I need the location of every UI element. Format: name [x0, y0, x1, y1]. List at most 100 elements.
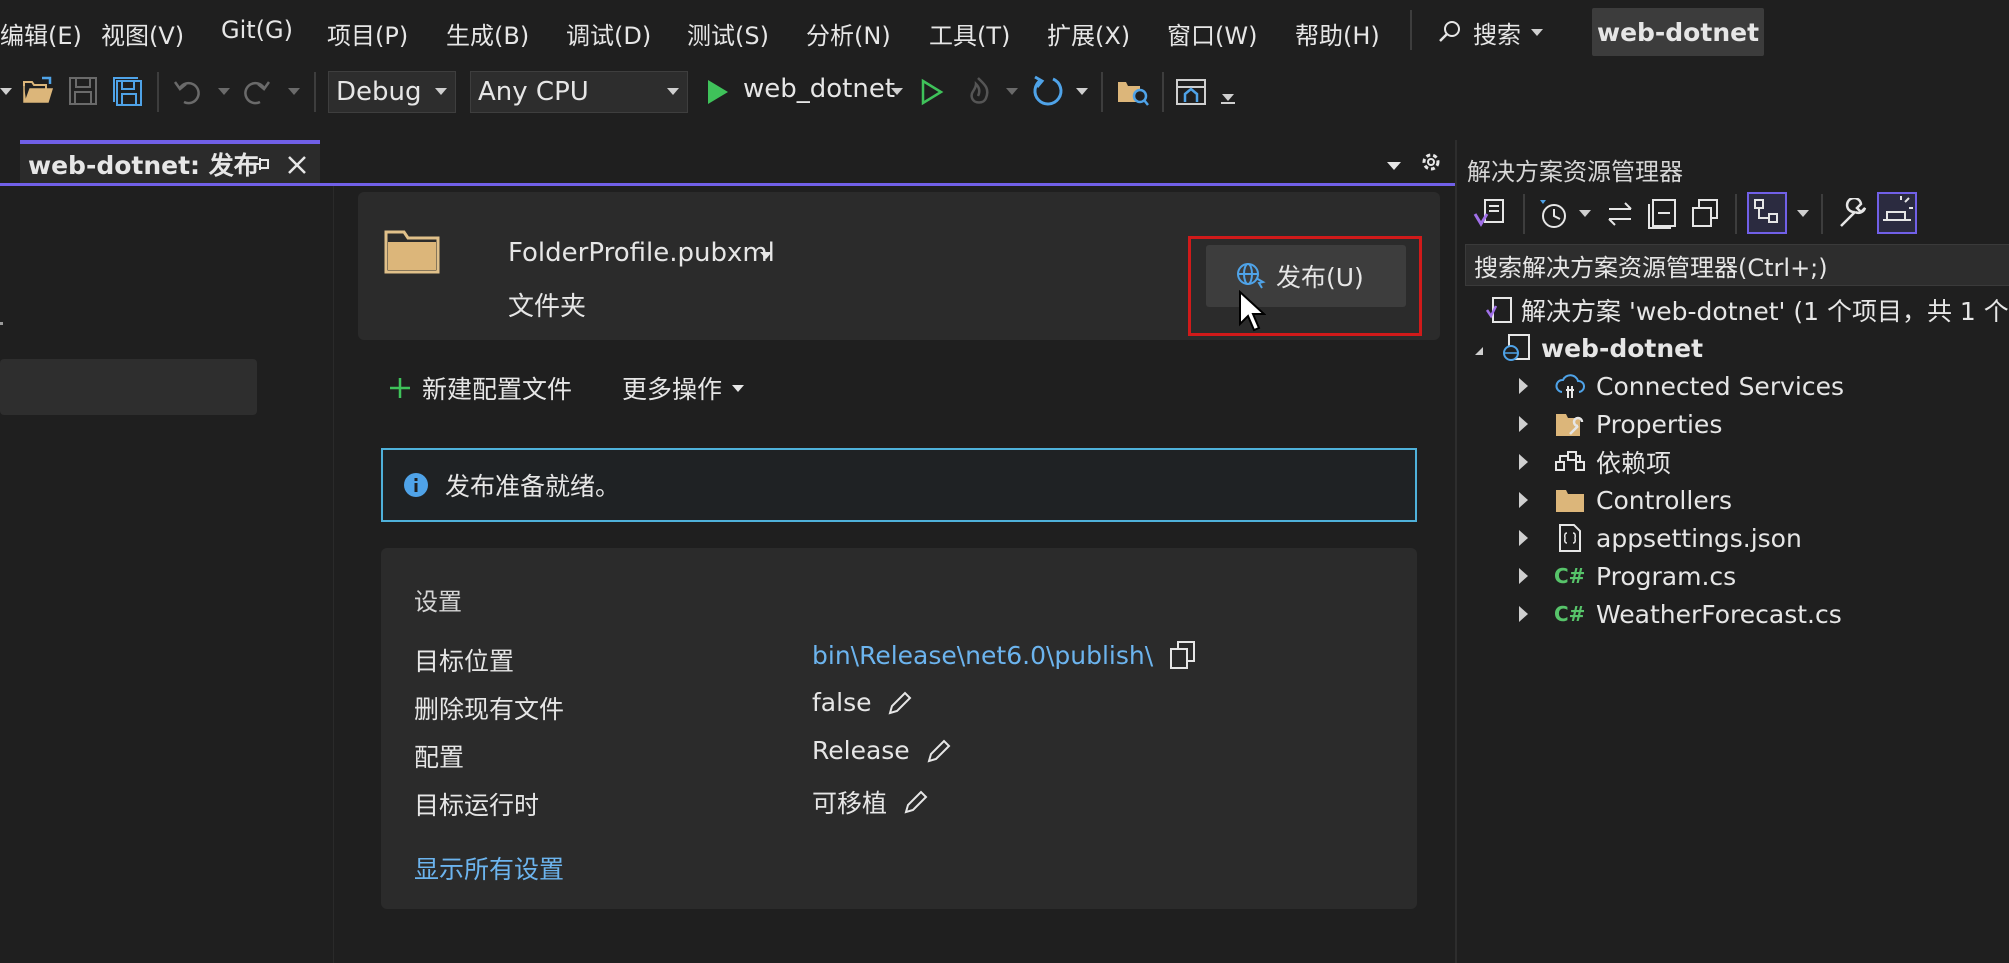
chevron-down-icon[interactable]: [1222, 94, 1234, 101]
platform-dropdown[interactable]: Any CPU: [470, 71, 688, 113]
run-without-debugging-icon[interactable]: [920, 78, 944, 106]
chevron-down-icon[interactable]: [0, 88, 12, 95]
hot-reload-icon[interactable]: [964, 74, 996, 108]
refresh-icon[interactable]: [1031, 74, 1065, 108]
run-target-dropdown-icon[interactable]: [891, 88, 903, 95]
refresh-dropdown-icon[interactable]: [1076, 88, 1088, 95]
solution-title-badge: web-dotnet: [1592, 8, 1764, 56]
tree-item-connected-services[interactable]: Connected Services: [1519, 368, 1844, 404]
collapsed-triangle-icon: [1519, 530, 1528, 546]
more-actions-button[interactable]: 更多操作: [622, 370, 745, 406]
open-folder-search-icon[interactable]: [1116, 76, 1150, 108]
open-folder-icon[interactable]: [22, 76, 54, 106]
json-file-icon: [1554, 523, 1586, 553]
setting-label-target-runtime: 目标运行时: [414, 791, 540, 820]
nav-selected-item[interactable]: [0, 359, 257, 415]
menu-project[interactable]: 项目(P): [327, 16, 408, 51]
menu-debug[interactable]: 调试(D): [566, 16, 651, 51]
search-label: 搜索: [1473, 20, 1521, 49]
menu-edit[interactable]: 编辑(E): [0, 16, 82, 51]
toolbar-overflow-icon[interactable]: [1221, 102, 1235, 104]
menu-window[interactable]: 窗口(W): [1167, 16, 1257, 51]
hot-reload-dropdown-icon[interactable]: [1006, 88, 1018, 95]
close-icon[interactable]: [286, 154, 308, 176]
save-all-icon[interactable]: [112, 76, 144, 108]
collapse-all-icon[interactable]: [1647, 198, 1677, 230]
profile-type: 文件夹: [508, 292, 587, 322]
tree-item-weatherforecast-cs[interactable]: C# WeatherForecast.cs: [1519, 596, 1842, 632]
target-location-link[interactable]: bin\Release\net6.0\publish\: [812, 641, 1153, 670]
show-all-settings-link[interactable]: 显示所有设置: [414, 850, 564, 886]
setting-label-target-location: 目标位置: [414, 647, 515, 676]
setting-value-delete-existing: false: [812, 688, 913, 717]
setting-value-target-runtime: 可移植: [812, 784, 929, 820]
run-icon[interactable]: [706, 78, 730, 106]
pin-icon[interactable]: [252, 154, 272, 174]
tree-project-node[interactable]: web-dotnet: [1475, 330, 1703, 366]
solution-search-input[interactable]: 搜索解决方案资源管理器(Ctrl+;): [1465, 244, 2009, 286]
undo-icon[interactable]: [172, 76, 202, 106]
undo-dropdown-icon[interactable]: [218, 88, 230, 95]
switch-views-icon[interactable]: [1473, 196, 1507, 230]
copy-icon[interactable]: [1169, 640, 1197, 670]
solution-node-label: 解决方案 'web-dotnet' (1 个项目，共 1 个): [1521, 297, 2009, 326]
chevron-down-icon[interactable]: [1579, 210, 1591, 217]
configuration-dropdown[interactable]: Debug: [328, 71, 456, 113]
search-menu-button[interactable]: 搜索: [1437, 12, 1543, 52]
tree-item-controllers[interactable]: Controllers: [1519, 482, 1732, 518]
tree-view-toggle[interactable]: [1747, 192, 1787, 234]
menu-test[interactable]: 测试(S): [687, 16, 769, 51]
properties-icon: [1554, 410, 1586, 438]
folder-icon: [1554, 486, 1586, 514]
redo-dropdown-icon[interactable]: [288, 88, 300, 95]
setting-label-configuration: 配置: [414, 743, 465, 772]
edit-pencil-icon[interactable]: [903, 789, 929, 815]
profile-name-dropdown[interactable]: FolderProfile.pubxml: [508, 238, 775, 268]
wrench-icon[interactable]: [1837, 198, 1869, 230]
tree-solution-node[interactable]: 解决方案 'web-dotnet' (1 个项目，共 1 个): [1485, 292, 2009, 328]
collapsed-triangle-icon: [1519, 416, 1528, 432]
save-icon[interactable]: [68, 76, 98, 106]
tree-item-properties[interactable]: Properties: [1519, 406, 1722, 442]
run-target-button[interactable]: web_dotnet: [743, 74, 895, 104]
menu-help[interactable]: 帮助(H): [1295, 16, 1380, 51]
tab-list-dropdown-icon[interactable]: [1387, 162, 1401, 170]
menu-build[interactable]: 生成(B): [446, 16, 529, 51]
show-all-files-icon[interactable]: [1689, 198, 1721, 230]
plus-icon: [388, 376, 412, 400]
gear-icon[interactable]: [1419, 150, 1443, 174]
toolbar-separator: [1735, 194, 1737, 234]
tree-item-label: Program.cs: [1596, 561, 1737, 591]
target-runtime-value: 可移植: [812, 789, 888, 818]
tree-item-program-cs[interactable]: C# Program.cs: [1519, 558, 1736, 594]
tree-item-label: 依赖项: [1596, 449, 1672, 478]
chevron-down-icon: [1531, 28, 1543, 36]
pending-changes-filter-icon[interactable]: [1537, 198, 1571, 230]
publish-button[interactable]: 发布(U): [1206, 245, 1406, 307]
chevron-down-icon: [732, 384, 745, 392]
publish-left-nav: [0, 186, 334, 963]
menu-git[interactable]: Git(G): [221, 16, 293, 44]
settings-title: 设置: [414, 588, 462, 616]
edit-pencil-icon[interactable]: [926, 738, 952, 764]
menu-tools[interactable]: 工具(T): [929, 16, 1010, 51]
tree-item-appsettings[interactable]: appsettings.json: [1519, 520, 1802, 556]
edit-pencil-icon[interactable]: [887, 690, 913, 716]
tab-title: web-dotnet: 发布: [28, 151, 259, 180]
redo-icon[interactable]: [242, 76, 272, 106]
chevron-down-icon[interactable]: [760, 252, 772, 259]
sync-with-active-document-icon[interactable]: [1605, 200, 1635, 228]
new-profile-button[interactable]: 新建配置文件: [388, 370, 572, 406]
collapsed-triangle-icon: [1519, 492, 1528, 508]
collapsed-triangle-icon: [1519, 454, 1528, 470]
layout-icon[interactable]: [1175, 74, 1209, 108]
tab-publish[interactable]: web-dotnet: 发布: [20, 140, 320, 184]
chevron-down-icon[interactable]: [1797, 210, 1809, 217]
menu-extensions[interactable]: 扩展(X): [1047, 16, 1130, 51]
csharp-file-icon: C#: [1554, 602, 1586, 626]
menu-analyze[interactable]: 分析(N): [806, 16, 891, 51]
menu-view[interactable]: 视图(V): [101, 16, 184, 51]
preview-selected-items-toggle[interactable]: [1877, 192, 1917, 234]
tree-item-dependencies[interactable]: 依赖项: [1519, 444, 1671, 480]
toolbar-separator: [314, 72, 316, 112]
